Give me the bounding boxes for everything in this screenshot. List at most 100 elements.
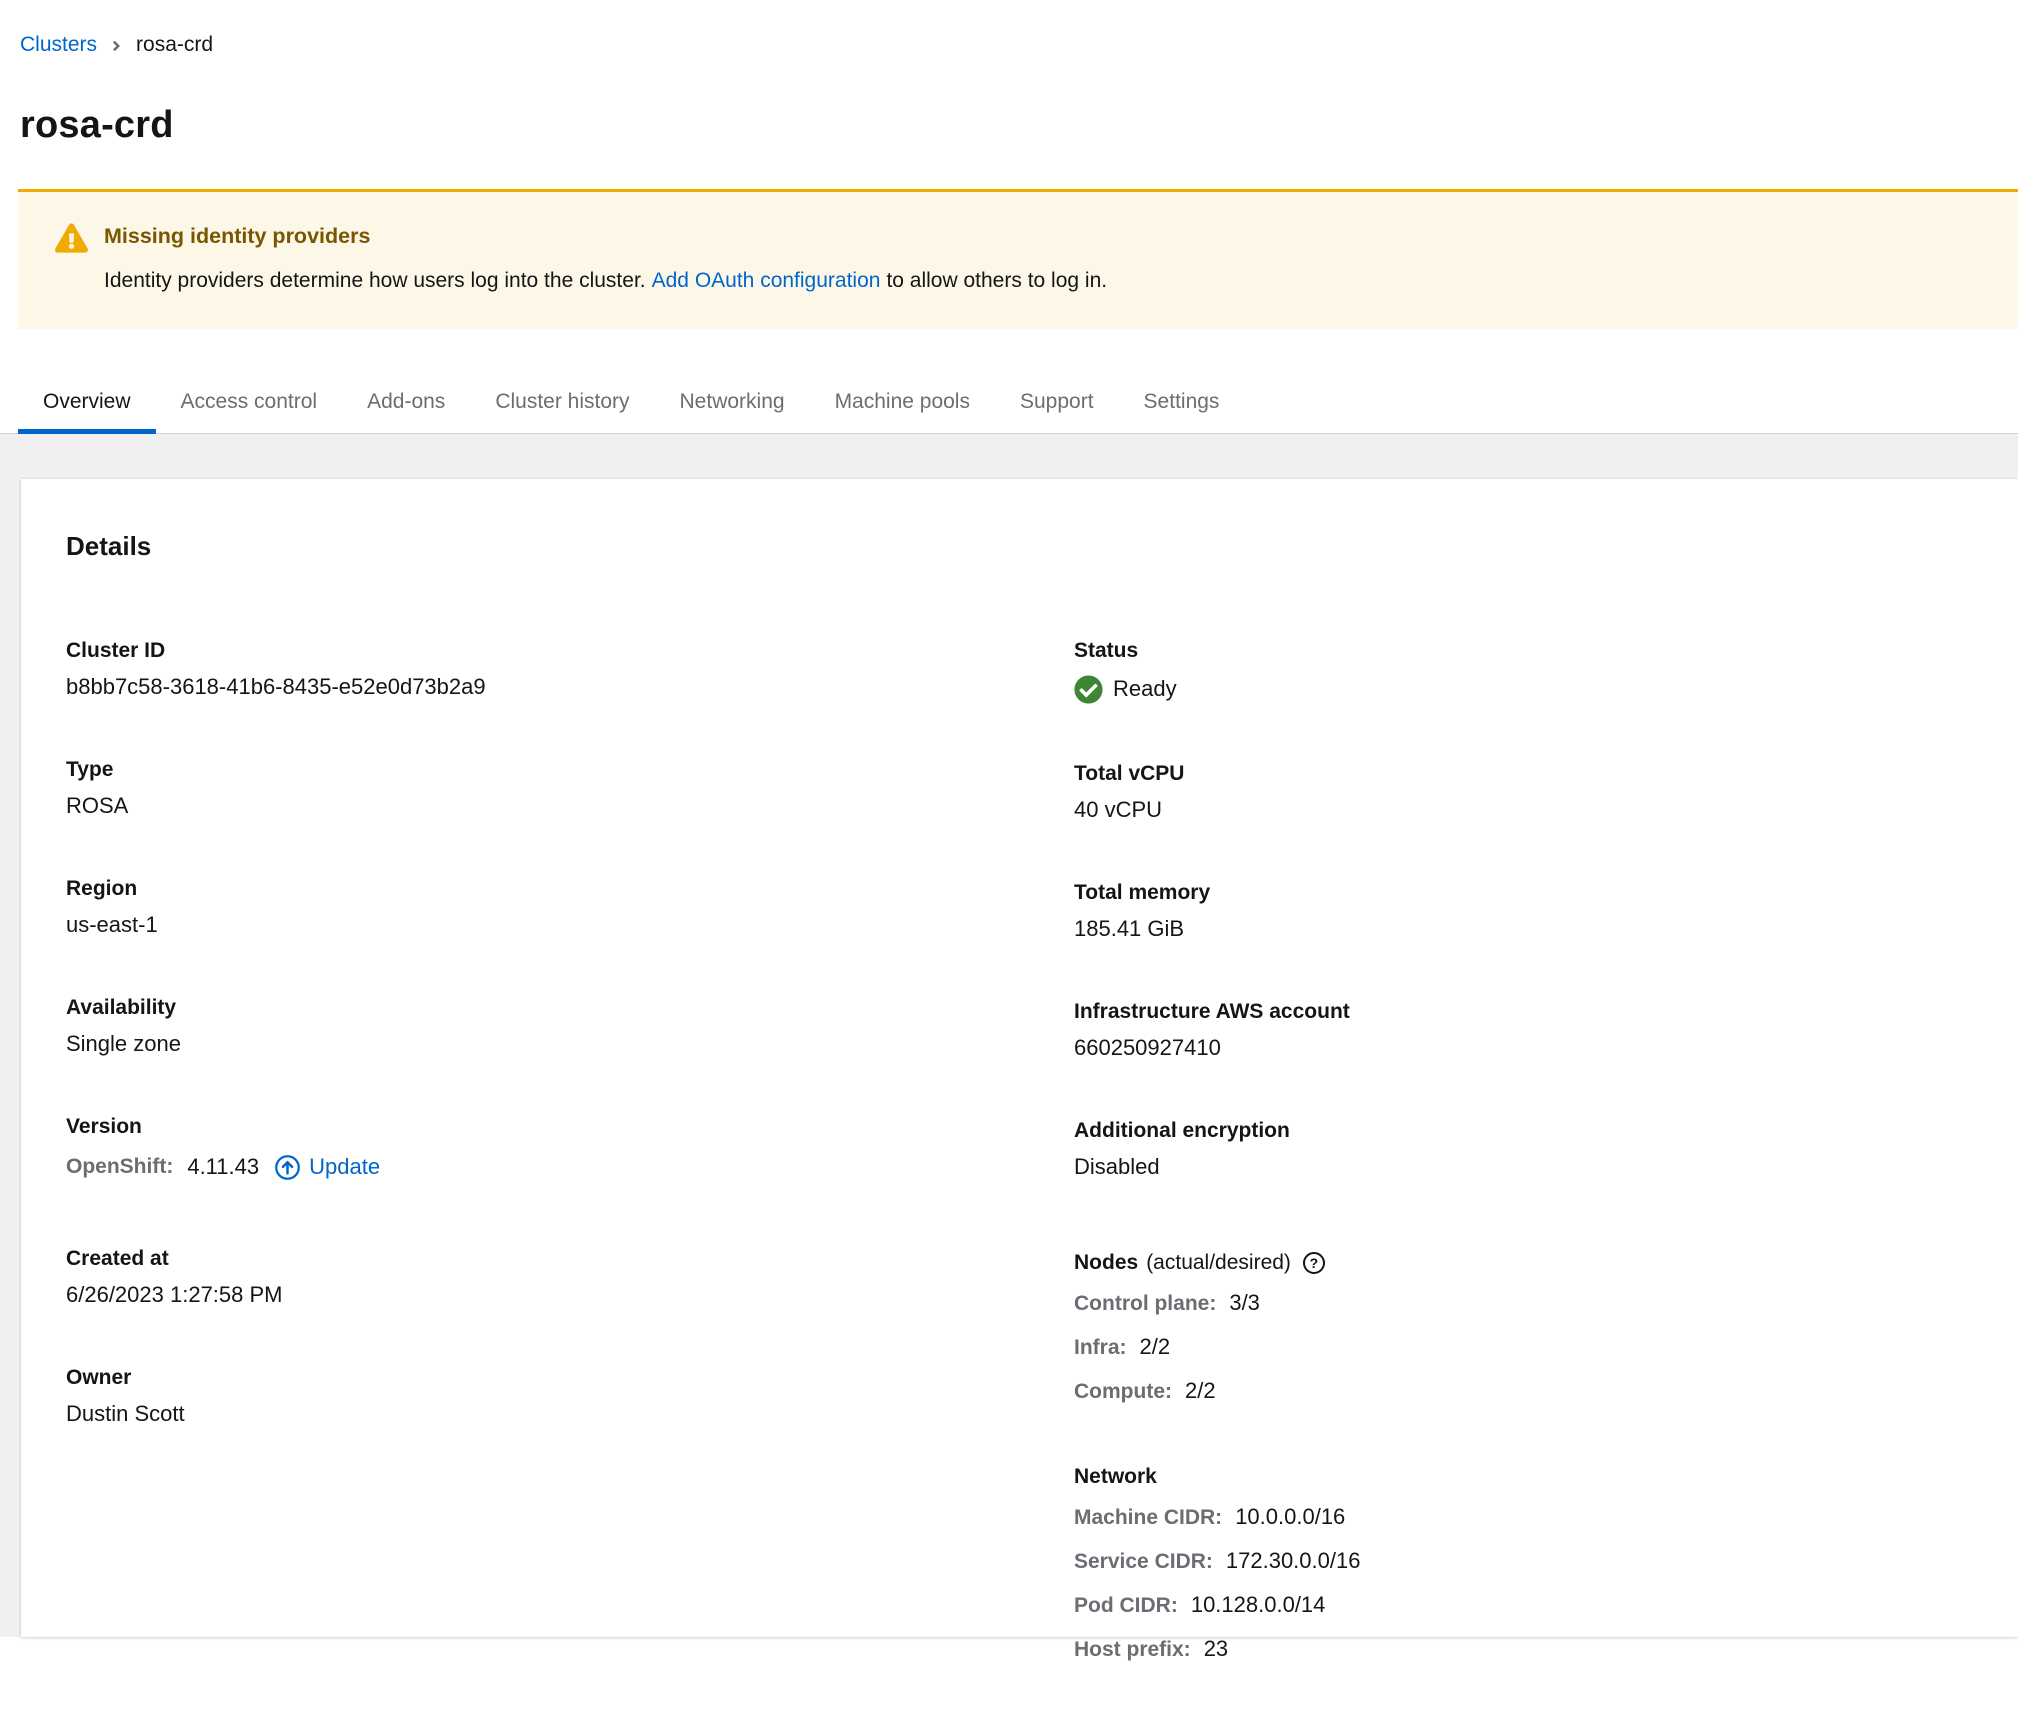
created-at-label: Created at [66, 1241, 1074, 1277]
detail-group-created-at: Created at 6/26/2023 1:27:58 PM [66, 1241, 1074, 1313]
total-memory-value: 185.41 GiB [1074, 911, 1973, 947]
nodes-row-compute: Compute: 2/2 [1074, 1369, 1973, 1413]
detail-group-aws-account: Infrastructure AWS account 660250927410 [1074, 994, 1973, 1066]
availability-label: Availability [66, 990, 1074, 1026]
nodes-label: Nodes [1074, 1245, 1138, 1281]
compute-value: 2/2 [1185, 1369, 1216, 1412]
total-vcpu-label: Total vCPU [1074, 756, 1973, 792]
detail-group-encryption: Additional encryption Disabled [1074, 1113, 1973, 1185]
region-label: Region [66, 871, 1074, 907]
warning-alert: Missing identity providers Identity prov… [18, 189, 2018, 329]
openshift-label: OpenShift: [66, 1155, 173, 1179]
encryption-label: Additional encryption [1074, 1113, 1973, 1149]
detail-group-type: Type ROSA [66, 752, 1074, 824]
cluster-tabs: Overview Access control Add-ons Cluster … [0, 375, 2018, 434]
detail-group-owner: Owner Dustin Scott [66, 1360, 1074, 1432]
network-row-service-cidr: Service CIDR: 172.30.0.0/16 [1074, 1539, 1973, 1583]
nodes-help-icon[interactable]: ? [1303, 1252, 1325, 1274]
region-value: us-east-1 [66, 907, 1074, 943]
check-circle-icon [1074, 675, 1103, 704]
host-prefix-value: 23 [1204, 1627, 1228, 1670]
pod-cidr-value: 10.128.0.0/14 [1191, 1583, 1326, 1626]
detail-group-nodes: Nodes (actual/desired) ? Control plane: … [1074, 1245, 1973, 1413]
tab-cluster-history[interactable]: Cluster history [470, 375, 654, 433]
status-label: Status [1074, 633, 1973, 669]
owner-label: Owner [66, 1360, 1074, 1396]
network-row-machine-cidr: Machine CIDR: 10.0.0.0/16 [1074, 1495, 1973, 1539]
nodes-sublabel: (actual/desired) [1146, 1245, 1291, 1281]
network-header: Network [1074, 1459, 1973, 1495]
tab-add-ons[interactable]: Add-ons [342, 375, 470, 433]
cluster-id-label: Cluster ID [66, 633, 1074, 669]
infra-label: Infra: [1074, 1326, 1127, 1369]
details-left-column: Cluster ID b8bb7c58-3618-41b6-8435-e52e0… [66, 633, 1074, 1479]
status-value: Ready [1113, 676, 1177, 702]
control-plane-value: 3/3 [1229, 1281, 1260, 1324]
network-label: Network [1074, 1459, 1157, 1495]
owner-value: Dustin Scott [66, 1396, 1074, 1432]
update-link-label: Update [309, 1154, 380, 1180]
overview-section: Details Cluster ID b8bb7c58-3618-41b6-84… [0, 434, 2018, 1637]
control-plane-label: Control plane: [1074, 1282, 1216, 1325]
upgrade-icon [274, 1154, 301, 1181]
cluster-id-value: b8bb7c58-3618-41b6-8435-e52e0d73b2a9 [66, 669, 1074, 705]
aws-account-value: 660250927410 [1074, 1030, 1973, 1066]
total-memory-label: Total memory [1074, 875, 1973, 911]
add-oauth-configuration-link[interactable]: Add OAuth configuration [652, 269, 881, 292]
detail-group-total-memory: Total memory 185.41 GiB [1074, 875, 1973, 947]
details-heading: Details [66, 529, 1973, 563]
details-grid: Cluster ID b8bb7c58-3618-41b6-8435-e52e0… [66, 633, 1973, 1717]
aws-account-label: Infrastructure AWS account [1074, 994, 1973, 1030]
type-value: ROSA [66, 788, 1074, 824]
network-row-pod-cidr: Pod CIDR: 10.128.0.0/14 [1074, 1583, 1973, 1627]
version-row: OpenShift: 4.11.43 Update [66, 1145, 1074, 1189]
detail-group-cluster-id: Cluster ID b8bb7c58-3618-41b6-8435-e52e0… [66, 633, 1074, 705]
breadcrumb-current: rosa-crd [136, 33, 213, 57]
details-right-column: Status Ready Total vCPU 40 vCPU Total me… [1074, 633, 1973, 1717]
tab-access-control[interactable]: Access control [156, 375, 343, 433]
page-title: rosa-crd [20, 103, 1998, 147]
created-at-value: 6/26/2023 1:27:58 PM [66, 1277, 1074, 1313]
nodes-row-infra: Infra: 2/2 [1074, 1325, 1973, 1369]
alert-text-after: to allow others to log in. [886, 269, 1107, 292]
detail-group-region: Region us-east-1 [66, 871, 1074, 943]
breadcrumb-link-clusters[interactable]: Clusters [20, 33, 97, 57]
details-card: Details Cluster ID b8bb7c58-3618-41b6-84… [21, 479, 2018, 1637]
host-prefix-label: Host prefix: [1074, 1628, 1191, 1671]
tab-machine-pools[interactable]: Machine pools [810, 375, 995, 433]
tab-overview[interactable]: Overview [18, 375, 156, 433]
compute-label: Compute: [1074, 1370, 1172, 1413]
availability-value: Single zone [66, 1026, 1074, 1062]
update-link[interactable]: Update [274, 1154, 380, 1181]
openshift-version-value: 4.11.43 [187, 1154, 259, 1180]
machine-cidr-label: Machine CIDR: [1074, 1496, 1222, 1539]
status-row: Ready [1074, 669, 1973, 709]
detail-group-availability: Availability Single zone [66, 990, 1074, 1062]
breadcrumb-divider-icon [111, 38, 122, 54]
tab-settings[interactable]: Settings [1119, 375, 1245, 433]
service-cidr-label: Service CIDR: [1074, 1540, 1213, 1583]
type-label: Type [66, 752, 1074, 788]
alert-text-before: Identity providers determine how users l… [104, 269, 646, 292]
infra-value: 2/2 [1140, 1325, 1171, 1368]
service-cidr-value: 172.30.0.0/16 [1226, 1539, 1361, 1582]
total-vcpu-value: 40 vCPU [1074, 792, 1973, 828]
detail-group-version: Version OpenShift: 4.11.43 Update [66, 1109, 1074, 1189]
nodes-row-control-plane: Control plane: 3/3 [1074, 1281, 1973, 1325]
alert-title: Missing identity providers [104, 222, 1107, 250]
network-row-host-prefix: Host prefix: 23 [1074, 1627, 1973, 1671]
tab-support[interactable]: Support [995, 375, 1119, 433]
nodes-header: Nodes (actual/desired) ? [1074, 1245, 1973, 1281]
alert-content: Missing identity providers Identity prov… [104, 222, 1107, 295]
pod-cidr-label: Pod CIDR: [1074, 1584, 1178, 1627]
tab-networking[interactable]: Networking [655, 375, 810, 433]
detail-group-network: Network Machine CIDR: 10.0.0.0/16 Servic… [1074, 1459, 1973, 1671]
breadcrumb: Clusters rosa-crd [0, 0, 2018, 57]
warning-triangle-icon [55, 222, 88, 295]
encryption-value: Disabled [1074, 1149, 1973, 1185]
alert-description: Identity providers determine how users l… [104, 266, 1107, 295]
version-label: Version [66, 1109, 1074, 1145]
machine-cidr-value: 10.0.0.0/16 [1235, 1495, 1345, 1538]
detail-group-total-vcpu: Total vCPU 40 vCPU [1074, 756, 1973, 828]
detail-group-status: Status Ready [1074, 633, 1973, 709]
